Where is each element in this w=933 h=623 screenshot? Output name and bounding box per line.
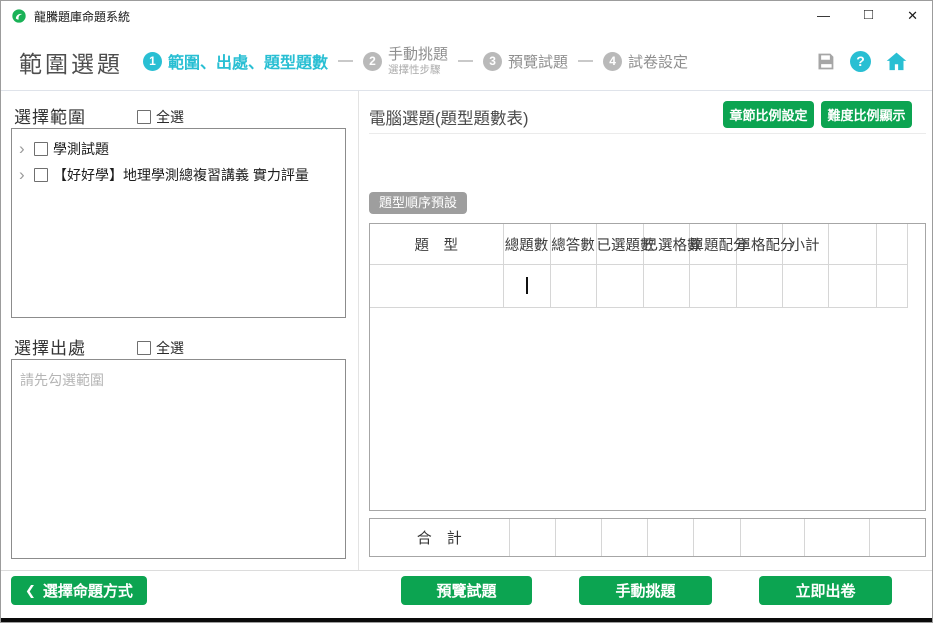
total-cell	[804, 519, 869, 556]
close-icon[interactable]: ✕	[907, 1, 918, 31]
checkbox-icon[interactable]	[34, 142, 48, 156]
checkbox-icon[interactable]	[137, 110, 151, 124]
title-bar: 龍騰題庫命題系統 — □ ✕	[1, 1, 932, 31]
tree-item-label: 【好好學】地理學測總複習講義 實力評量	[53, 165, 309, 185]
step-4-label: 試卷設定	[628, 51, 688, 72]
total-cell	[555, 519, 601, 556]
chapter-ratio-button[interactable]: 章節比例設定	[723, 101, 814, 128]
wizard-steps: 1 範圍、出處、題型題數 2 手動挑題 選擇性步驟 3 預覽試題 4 試卷設定	[143, 31, 688, 91]
back-button-label: 選擇命題方式	[43, 580, 133, 601]
cell-subtotal[interactable]	[782, 265, 828, 308]
app-title: 龍騰題庫命題系統	[34, 8, 130, 25]
step-2-badge: 2	[363, 52, 382, 71]
computer-pick-title: 電腦選題(題型題數表)	[369, 105, 529, 129]
cell-question-type[interactable]	[370, 265, 503, 308]
source-placeholder: 請先勾選範圍	[12, 360, 345, 400]
maximize-icon[interactable]: □	[864, 0, 873, 30]
col-header-blank	[828, 224, 876, 265]
total-cell	[869, 519, 925, 556]
app-window: 龍騰題庫命題系統 — □ ✕ 範圍選題 1 範圍、出處、題型題數 2 手動挑題 …	[0, 0, 933, 623]
manual-pick-button[interactable]: 手動挑題	[579, 576, 712, 605]
wizard-header: 範圍選題 1 範圍、出處、題型題數 2 手動挑題 選擇性步驟 3 預覽試題 4	[1, 31, 932, 91]
step-2-manual-pick[interactable]: 2 手動挑題 選擇性步驟	[363, 46, 448, 75]
total-row: 合 計	[370, 519, 925, 556]
table-header-row: 題 型 總題數 總答數 已選題數 已選格數 單題配分 單格配分 小計	[370, 224, 907, 265]
source-list: 請先勾選範圍	[11, 359, 346, 559]
app-logo-icon	[11, 8, 27, 24]
col-header-selected-blanks: 已選格數	[643, 224, 689, 265]
cell-total-answers[interactable]	[550, 265, 596, 308]
cell-selected-blanks[interactable]	[643, 265, 689, 308]
right-panel-separator	[369, 133, 926, 134]
tree-item-geography-review[interactable]: › 【好好學】地理學測總複習講義 實力評量	[17, 162, 340, 188]
cell-blank	[828, 265, 876, 308]
total-label-cell: 合 計	[370, 519, 509, 556]
panel-divider	[358, 91, 359, 570]
step-4-paper-settings[interactable]: 4 試卷設定	[603, 51, 688, 72]
total-cell	[647, 519, 693, 556]
checkbox-icon[interactable]	[137, 341, 151, 355]
step-3-preview[interactable]: 3 預覽試題	[483, 51, 568, 72]
range-select-all[interactable]: 全選	[137, 107, 184, 127]
step-connector	[338, 60, 353, 62]
col-header-points-per-question: 單題配分	[689, 224, 736, 265]
create-paper-button[interactable]: 立即出卷	[759, 576, 892, 605]
step-connector	[578, 60, 593, 62]
col-header-total-answers: 總答數	[550, 224, 596, 265]
back-to-mode-select-button[interactable]: ❮ 選擇命題方式	[11, 576, 147, 605]
tree-item-label: 學測試題	[53, 139, 109, 159]
chevron-right-icon[interactable]: ›	[19, 170, 29, 180]
header-icons: ?	[815, 31, 908, 91]
range-section-title: 選擇範圍	[14, 103, 86, 128]
total-cell	[740, 519, 804, 556]
tree-item-exam-questions[interactable]: › 學測試題	[17, 136, 340, 162]
question-type-table-container: 題 型 總題數 總答數 已選題數 已選格數 單題配分 單格配分 小計	[369, 223, 926, 511]
difficulty-ratio-button[interactable]: 難度比例顯示	[821, 101, 912, 128]
cell-selected-questions[interactable]	[596, 265, 643, 308]
range-tree: › 學測試題 › 【好好學】地理學測總複習講義 實力評量	[11, 128, 346, 318]
window-controls: — □ ✕	[817, 1, 918, 31]
source-select-all[interactable]: 全選	[137, 338, 184, 358]
home-icon[interactable]	[885, 50, 908, 73]
question-type-table: 題 型 總題數 總答數 已選題數 已選格數 單題配分 單格配分 小計	[370, 224, 908, 308]
step-3-label: 預覽試題	[508, 51, 568, 72]
chevron-left-icon: ❮	[25, 583, 36, 599]
col-header-blank	[876, 224, 907, 265]
source-select-all-label: 全選	[156, 338, 184, 358]
help-icon[interactable]: ?	[850, 51, 871, 72]
step-1-badge: 1	[143, 52, 162, 71]
total-table: 合 計	[370, 519, 925, 556]
col-header-points-per-blank: 單格配分	[736, 224, 782, 265]
minimize-icon[interactable]: —	[817, 1, 830, 31]
table-row	[370, 265, 907, 308]
total-row-container: 合 計	[369, 518, 926, 557]
total-cell	[693, 519, 740, 556]
cell-points-per-question[interactable]	[689, 265, 736, 308]
step-1-range[interactable]: 1 範圍、出處、題型題數	[143, 49, 328, 73]
range-select-all-label: 全選	[156, 107, 184, 127]
source-section-title: 選擇出處	[14, 334, 86, 359]
cell-blank	[876, 265, 907, 308]
cell-total-questions[interactable]	[503, 265, 550, 308]
page-title: 範圍選題	[19, 45, 123, 79]
total-cell	[601, 519, 647, 556]
col-header-question-type: 題 型	[370, 224, 503, 265]
step-connector	[458, 60, 473, 62]
save-icon[interactable]	[815, 51, 836, 72]
step-2-label: 手動挑題	[388, 46, 448, 63]
step-3-badge: 3	[483, 52, 502, 71]
checkbox-icon[interactable]	[34, 168, 48, 182]
total-cell	[509, 519, 555, 556]
step-2-sublabel: 選擇性步驟	[388, 64, 448, 76]
cell-points-per-blank[interactable]	[736, 265, 782, 308]
bottom-edge-strip	[1, 618, 932, 623]
preview-questions-button[interactable]: 預覽試題	[401, 576, 532, 605]
col-header-total-questions: 總題數	[503, 224, 550, 265]
text-caret	[526, 277, 528, 294]
question-order-badge[interactable]: 題型順序預設	[369, 192, 467, 214]
col-header-selected-questions: 已選題數	[596, 224, 643, 265]
chevron-right-icon[interactable]: ›	[19, 144, 29, 154]
step-1-label: 範圍、出處、題型題數	[168, 49, 328, 73]
step-4-badge: 4	[603, 52, 622, 71]
